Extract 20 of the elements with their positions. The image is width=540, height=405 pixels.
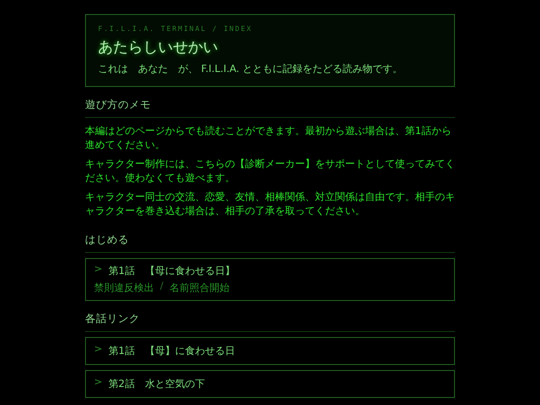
- episode-link[interactable]: > 第1話 【母】に食わせる日: [85, 337, 455, 365]
- section-heading: 遊び方のメモ: [85, 98, 455, 118]
- section-heading: 各話リンク: [85, 312, 455, 332]
- intro-text: これは あなた が、 F.I.L.I.A. とともに記録をたどる読み物です。: [98, 62, 404, 76]
- chevron-marker: >: [94, 264, 102, 277]
- episode-title: 第2話 水と空気の下: [108, 378, 205, 391]
- episode-title: 第1話 【母に食わせる日】: [108, 264, 235, 278]
- episode-link[interactable]: > 第2話 水と空気の下: [85, 370, 455, 398]
- start-card[interactable]: > 第1話 【母に食わせる日】 禁則違反検出 / 名前照合開始: [85, 258, 455, 301]
- memo-paragraph: 本編はどのページからでも読むことができます。最初から遊ぶ場合は、第1話から進めてください。: [85, 125, 452, 153]
- chevron-marker: >: [94, 377, 102, 390]
- memo-paragraph: キャラクター同士の交流、恋愛、友情、相棒関係、対立関係は自由です。相手のキャラクターを巻き込む場合は、相手の了承を取ってください。: [85, 191, 455, 219]
- section-heading: はじめる: [85, 233, 455, 253]
- chevron-marker: >: [94, 344, 102, 357]
- tag-separator: /: [160, 281, 164, 294]
- episode-tag: 禁則違反検出: [94, 281, 154, 295]
- episode-title: 第1話 【母】に食わせる日: [108, 344, 235, 358]
- episode-tag: 名前照合開始: [169, 281, 230, 295]
- memo-paragraph: キャラクター制作には、こちらの【診断メーカー】をサポートとして使ってみてください。使わなくても遊べます。: [85, 158, 455, 186]
- page-title: あたらしいせかい: [98, 38, 219, 57]
